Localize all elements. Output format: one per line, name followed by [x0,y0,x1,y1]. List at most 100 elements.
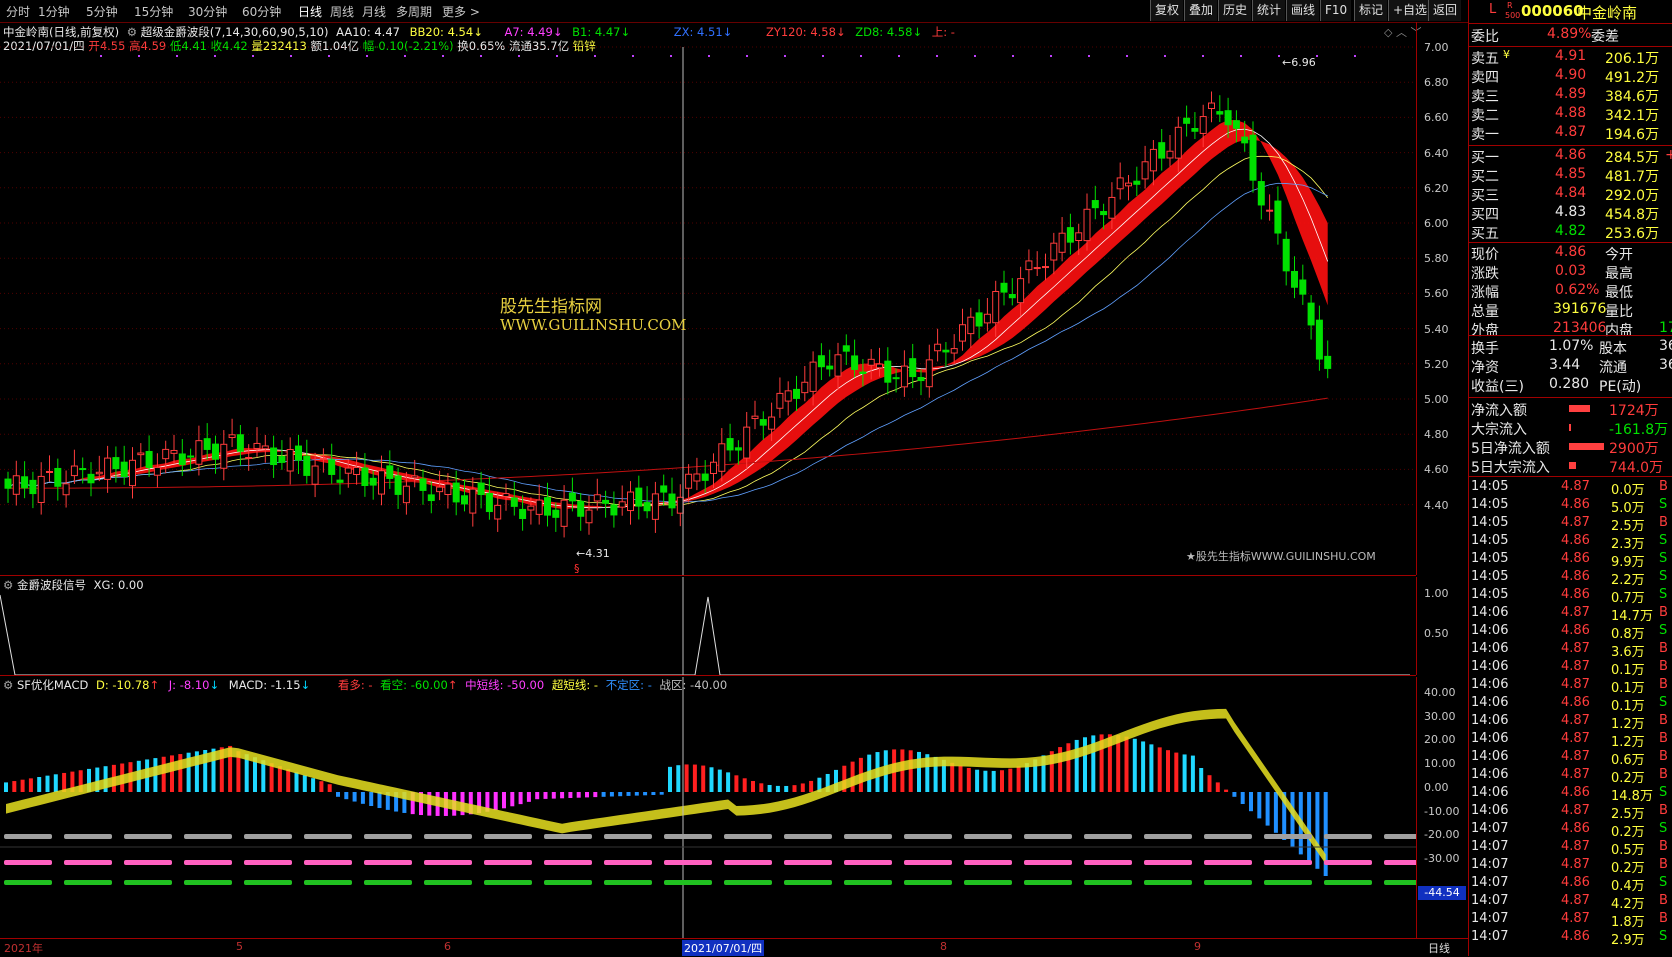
candle-body [942,349,950,353]
tab-1min[interactable]: 1分钟 [38,3,70,20]
candle-body [568,492,576,502]
tick-row: 14:06 4.87 1.2万 B [1469,713,1672,732]
candle-body [170,449,178,454]
macd-histogram-bar [45,775,50,792]
button-overlay[interactable]: 叠加 [1184,0,1218,21]
tick-row: 14:05 4.86 9.9万 S [1469,551,1672,570]
candle-body [618,501,626,508]
tick-time: 14:06 [1471,605,1509,620]
macd-histogram-bar [958,765,963,792]
tab-monthly[interactable]: 月线 [362,3,386,20]
quote-flag: L [1489,2,1497,17]
macd-histogram-bar [543,792,548,799]
tab-60min[interactable]: 60分钟 [242,3,281,20]
tab-daily[interactable]: 日线 [298,3,322,20]
tick-direction: B [1659,659,1668,674]
candle-body [892,377,900,380]
macd-histogram-bar [966,767,971,792]
candle-body [502,493,510,497]
status-strip-segment [124,834,172,839]
tick-price: 4.87 [1561,857,1590,872]
quote-flag2: R [1507,1,1513,10]
button-back[interactable]: 返回 [1428,0,1462,21]
macd-histogram-bar [319,781,324,792]
stat-value2: 178 [1659,320,1672,336]
macd-histogram-bar [1307,792,1312,862]
signal-chart[interactable] [0,577,1416,675]
status-strip-segment [364,880,412,885]
stat-label: 涨跌 [1471,266,1499,282]
macd-histogram-bar [1249,792,1253,812]
stat2-label2: 股本 [1599,341,1627,357]
macd-histogram-bar [975,769,980,792]
flow-row: 净流入额 1724万 [1469,400,1672,419]
macd-histogram-bar [327,784,332,792]
tick-volume: 0.8万 [1611,627,1645,642]
status-strip-segment [544,860,592,865]
macd-histogram-bar [161,756,166,792]
candle-body [1249,134,1257,181]
stat2-value: 3.44 [1549,357,1581,373]
tick-price: 4.87 [1561,641,1590,656]
period-label[interactable]: 日线 [1428,940,1450,956]
button-add-watch[interactable]: +自选 [1388,0,1432,21]
flow-bar [1569,424,1571,431]
candle-body [361,467,369,486]
button-mark[interactable]: 标记 [1354,0,1388,21]
status-strip-segment [1324,860,1372,865]
top-marker [1050,55,1052,57]
tab-multi-period[interactable]: 多周期 [396,3,432,20]
top-marker [442,55,444,57]
tab-5min[interactable]: 5分钟 [86,3,118,20]
candle-body [46,470,53,473]
tab-fenshi[interactable]: 分时 [6,3,30,20]
tick-row: 14:06 4.87 0.1万 B [1469,677,1672,696]
status-strip-segment [424,860,472,865]
tick-row: 14:05 4.87 2.5万 B [1469,515,1672,534]
candle-body [809,361,817,392]
candle-body [37,475,45,503]
flow-row: 大宗流入 -161.8万 [1469,419,1672,438]
panel-divider [0,675,1416,676]
tab-15min[interactable]: 15分钟 [134,3,173,20]
button-f10[interactable]: F10 [1320,0,1352,21]
stat-label2: 量比 [1605,304,1633,320]
status-strip-segment [724,880,772,885]
divider [1469,145,1672,146]
tab-weekly[interactable]: 周线 [330,3,354,20]
tick-time: 14:06 [1471,731,1509,746]
tick-direction: S [1659,623,1668,638]
tick-row: 14:07 4.87 0.5万 B [1469,839,1672,858]
candle-body [104,457,112,480]
macd-histogram-bar [360,792,365,804]
tick-time: 14:06 [1471,785,1509,800]
macd-histogram-bar [551,792,556,799]
tick-price: 4.87 [1561,731,1590,746]
tick-volume: 0.1万 [1611,681,1645,696]
button-fuquan[interactable]: 复权 [1150,0,1184,21]
macd-histogram-bar [336,792,340,797]
macd-histogram-bar [1315,792,1320,869]
candle-body [1183,117,1191,124]
tab-30min[interactable]: 30分钟 [188,3,227,20]
status-strip-segment [184,880,232,885]
quote-panel: L R 500 000060 中金岭南 委比 4.89% 委差 卖五 ¥4.91 2… [1468,0,1672,956]
macd-histogram-bar [510,792,515,807]
top-marker [1202,55,1204,57]
candle-body [527,505,535,511]
tick-time: 14:07 [1471,929,1509,944]
status-strip-segment [4,880,52,885]
button-stats[interactable]: 统计 [1252,0,1286,21]
macd-y-tick: -20.00 [1424,828,1460,842]
tab-more[interactable]: 更多 > [442,3,480,20]
candlestick-chart[interactable] [0,22,1416,575]
status-strip-segment [484,880,532,885]
status-strip-segment [424,880,472,885]
button-history[interactable]: 历史 [1218,0,1252,21]
tick-price: 4.87 [1561,893,1590,908]
buy-label: 买四 [1471,207,1499,223]
top-marker [1164,55,1166,57]
button-draw[interactable]: 画线 [1286,0,1320,21]
macd-histogram-bar [717,769,722,792]
macd-chart[interactable] [0,677,1416,938]
